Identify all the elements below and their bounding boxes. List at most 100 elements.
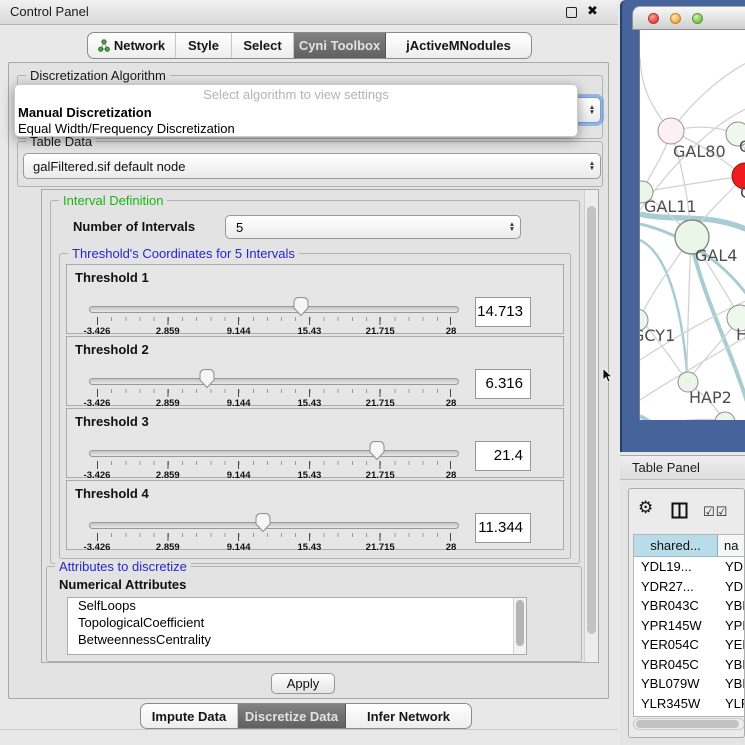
threshold-panel: Threshold 4 -3.426 2.859 xyxy=(66,480,564,550)
minimize-traffic-light[interactable] xyxy=(670,13,681,24)
threshold-slider[interactable]: -3.426 2.859 9.144 15.43 21.715 28 xyxy=(89,301,459,333)
threshold-slider[interactable]: -3.426 2.859 9.144 15.43 21.715 28 xyxy=(89,373,459,405)
settings-scrollpane: Interval Definition Number of Intervals … xyxy=(41,189,599,663)
tab-discretize-data[interactable]: Discretize Data xyxy=(238,704,346,728)
interval-definition-group: Interval Definition Number of Intervals … xyxy=(50,200,580,564)
tab-jactivemnodules[interactable]: jActiveMNodules xyxy=(386,33,531,58)
slider-ticks xyxy=(97,317,451,325)
dropdown-option-equal-width[interactable]: Equal Width/Frequency Discretization xyxy=(15,121,577,137)
node-label-hap2: HAP2 xyxy=(689,388,732,407)
slider-thumb[interactable] xyxy=(254,512,272,533)
column-header-shared-name[interactable]: shared... xyxy=(634,535,718,556)
threshold-value-field[interactable]: 14.713 xyxy=(475,297,531,327)
attributes-group: Attributes to discretize Numerical Attri… xyxy=(46,566,582,662)
checkbox-icons[interactable]: ☑☑ xyxy=(703,504,728,520)
spinner-arrows-icon[interactable]: ▲▼ xyxy=(504,222,520,232)
table-panel-inner: ⚙ ☑☑ shared... na YDL19...YDL1 YDR27...Y… xyxy=(628,488,745,738)
network-view-window: GAL80 GA C GAL11 GAL4 GCY1 H HAP2 xyxy=(620,0,745,452)
tab-style[interactable]: Style xyxy=(176,33,232,58)
threshold-value-field[interactable]: 6.316 xyxy=(475,369,531,399)
tab-select[interactable]: Select xyxy=(232,33,294,58)
column-header-name[interactable]: na xyxy=(718,535,744,556)
table-row[interactable]: YBL079WYBL0 xyxy=(634,674,744,694)
attributes-group-title: Attributes to discretize xyxy=(55,559,191,574)
number-of-intervals-spinner[interactable]: 5 ▲▼ xyxy=(225,215,521,239)
cyni-toolbox-content: Discretization Algorithm ▲▼ Table Data g… xyxy=(8,62,609,699)
interval-definition-title: Interval Definition xyxy=(59,193,167,208)
zoom-traffic-light[interactable] xyxy=(692,13,703,24)
top-tabbar: Network Style Select Cyni Toolbox jActiv… xyxy=(87,32,532,59)
list-item[interactable]: SelfLoops xyxy=(68,598,526,615)
node-label-clipped: GA xyxy=(739,137,745,156)
node-label-gcy1: GCY1 xyxy=(640,326,675,345)
number-of-intervals-label: Number of Intervals xyxy=(73,219,195,234)
network-graph: GAL80 GA C GAL11 GAL4 GCY1 H HAP2 xyxy=(640,30,745,420)
dropdown-placeholder: Select algorithm to view settings xyxy=(15,85,577,105)
threshold-label: Threshold 3 xyxy=(75,414,149,429)
list-item[interactable]: TopologicalCoefficient xyxy=(68,615,526,632)
dropdown-option-manual[interactable]: Manual Discretization xyxy=(15,105,577,121)
tab-infer-network[interactable]: Infer Network xyxy=(346,704,471,728)
tab-network-label: Network xyxy=(114,38,165,53)
threshold-panel: Threshold 2 -3.426 2.859 xyxy=(66,336,564,406)
table-horizontal-scrollbar[interactable] xyxy=(633,718,745,730)
columns-icon[interactable] xyxy=(671,502,688,519)
gear-icon[interactable]: ⚙ xyxy=(638,499,653,516)
table-row[interactable]: YIL052CYIL0 xyxy=(634,713,744,717)
table-row[interactable]: YDL19...YDL1 xyxy=(634,557,744,577)
tick-label: 2.859 xyxy=(156,542,180,553)
thresholds-group: Threshold's Coordinates for 5 Intervals … xyxy=(59,253,571,559)
table-panel-title: Table Panel xyxy=(632,460,700,475)
table-row[interactable]: YPR145WYPR1 xyxy=(634,616,744,636)
threshold-label: Threshold 4 xyxy=(75,486,149,501)
network-tab-icon xyxy=(98,39,110,52)
list-item[interactable]: BetweennessCentrality xyxy=(68,632,526,649)
threshold-slider[interactable]: -3.426 2.859 9.144 15.43 21.715 28 xyxy=(89,517,459,549)
threshold-value-field[interactable]: 21.4 xyxy=(475,441,531,471)
table-data-combobox[interactable]: galFiltered.sif default node ▲▼ xyxy=(23,153,601,179)
network-window-titlebar[interactable] xyxy=(632,6,745,30)
table-row[interactable]: YLR345WYLR3 xyxy=(634,694,744,714)
numerical-attributes-label: Numerical Attributes xyxy=(59,577,186,592)
tick-label: 15.43 xyxy=(298,542,322,553)
table-row[interactable]: YDR27...YDR2 xyxy=(634,577,744,597)
threshold-slider[interactable]: -3.426 2.859 9.144 15.43 21.715 28 xyxy=(89,445,459,477)
algorithm-dropdown-popup: Select algorithm to view settings Manual… xyxy=(14,84,578,137)
threshold-panel: Threshold 1 -3.426 2.859 xyxy=(66,264,564,334)
threshold-label: Threshold 1 xyxy=(75,270,149,285)
slider-thumb[interactable] xyxy=(368,440,386,461)
number-of-intervals-value: 5 xyxy=(226,220,504,235)
float-window-icon[interactable] xyxy=(566,7,577,18)
tab-cyni-toolbox[interactable]: Cyni Toolbox xyxy=(294,33,386,58)
mouse-cursor xyxy=(602,368,614,384)
slider-thumb[interactable] xyxy=(198,368,216,389)
tick-label: 21.715 xyxy=(366,542,395,553)
combo-arrows-icon: ▲▼ xyxy=(584,105,600,115)
network-canvas[interactable]: GAL80 GA C GAL11 GAL4 GCY1 H HAP2 xyxy=(639,30,745,420)
network-node xyxy=(715,412,735,420)
list-scrollbar[interactable] xyxy=(513,598,526,654)
application-window: Control Panel ✖ Network Style Select Cyn… xyxy=(0,0,745,745)
close-icon[interactable]: ✖ xyxy=(587,3,598,19)
tab-impute-data[interactable]: Impute Data xyxy=(141,704,238,728)
tick-label: -3.426 xyxy=(84,542,111,553)
threshold-label: Threshold 2 xyxy=(75,342,149,357)
bottom-tabbar: Impute Data Discretize Data Infer Networ… xyxy=(140,703,472,729)
panel-divider xyxy=(0,729,618,730)
attributes-listbox[interactable]: SelfLoops TopologicalCoefficient Between… xyxy=(67,597,527,655)
table-row[interactable]: YBR043CYBR0 xyxy=(634,596,744,616)
tick-label: 28 xyxy=(446,542,457,553)
slider-thumb[interactable] xyxy=(292,296,310,317)
apply-button[interactable]: Apply xyxy=(271,673,335,694)
network-node xyxy=(658,118,684,144)
table-row[interactable]: YBR045CYBR0 xyxy=(634,655,744,675)
threshold-value-field[interactable]: 11.344 xyxy=(475,513,531,543)
settings-scrollbar[interactable] xyxy=(584,190,598,662)
close-traffic-light[interactable] xyxy=(648,13,659,24)
table-row[interactable]: YER054CYER0 xyxy=(634,635,744,655)
control-panel-titlebar: Control Panel ✖ xyxy=(0,0,618,25)
table-panel-body: ⚙ ☑☑ shared... na YDL19...YDL1 YDR27...Y… xyxy=(620,481,745,745)
node-label-gal11: GAL11 xyxy=(644,197,697,216)
tab-network[interactable]: Network xyxy=(88,33,176,58)
node-label-gal80: GAL80 xyxy=(673,142,726,161)
